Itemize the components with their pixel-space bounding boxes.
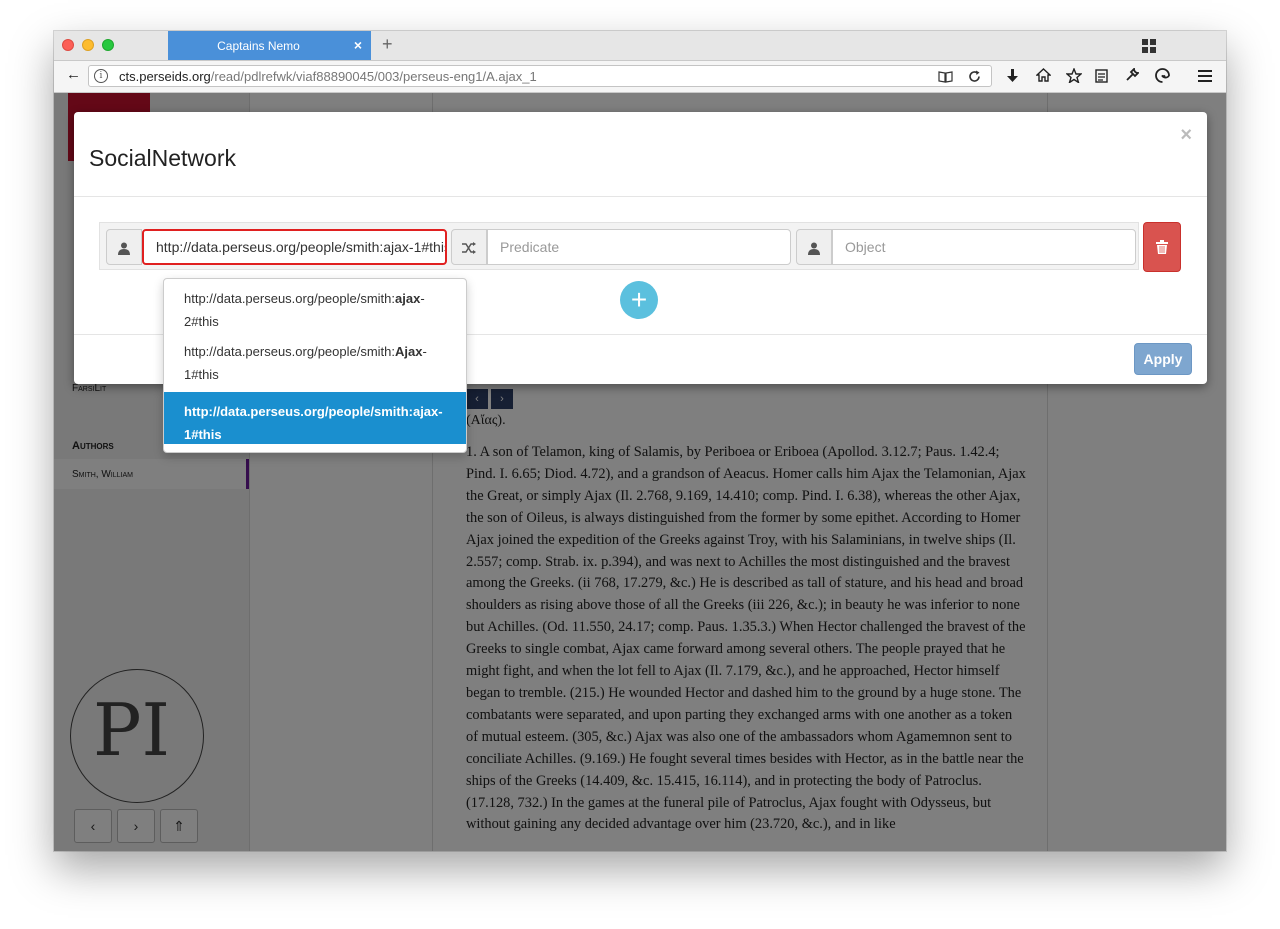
suggestion-line2: 2#this (184, 314, 219, 329)
suggestion-suffix: - (420, 291, 425, 306)
modal-header-divider (74, 196, 1207, 197)
reload-icon[interactable] (968, 70, 981, 83)
add-triple-button[interactable]: + (620, 281, 658, 319)
download-icon[interactable] (1006, 69, 1019, 83)
minimize-window-button[interactable] (82, 39, 94, 51)
reader-view-icon[interactable] (938, 71, 953, 83)
developer-tools-icon[interactable] (1125, 68, 1139, 82)
url-domain: cts.perseids.org (119, 69, 211, 84)
tab-close-icon[interactable]: × (354, 37, 362, 53)
suggestion-match: Ajax (395, 344, 423, 359)
addon-icon[interactable] (1155, 68, 1170, 83)
triple-row: http://data.perseus.org/people/smith:aja… (99, 222, 1139, 270)
suggestion-prefix: http://data.perseus.org/people/smith: (184, 291, 396, 306)
suggestion-item[interactable]: http://data.perseus.org/people/smith:Aja… (164, 332, 466, 384)
info-icon[interactable]: i (94, 69, 108, 83)
suggestion-line2: 1#this (184, 367, 219, 382)
url-path: /read/pdlrefwk/viaf88890045/003/perseus-… (210, 69, 537, 84)
bookmark-star-icon[interactable] (1066, 68, 1082, 83)
suggestion-prefix: http://data.perseus.org/people/smith: (184, 344, 396, 359)
url-bar[interactable]: i cts.perseids.org/read/pdlrefwk/viaf888… (88, 65, 992, 87)
navigation-toolbar: ← i cts.perseids.org/read/pdlrefwk/viaf8… (54, 61, 1226, 93)
autocomplete-dropdown: http://data.perseus.org/people/smith:aja… (163, 278, 467, 453)
zoom-window-button[interactable] (102, 39, 114, 51)
object-user-icon (796, 229, 832, 265)
close-window-button[interactable] (62, 39, 74, 51)
browser-window: Captains Nemo × + ← i cts.perseids.org/r… (54, 31, 1226, 851)
subject-user-icon (106, 229, 142, 265)
suggestion-item-active[interactable]: http://data.perseus.org/people/smith:aja… (164, 392, 466, 444)
new-tab-button[interactable]: + (382, 34, 393, 55)
home-icon[interactable] (1036, 68, 1051, 82)
object-input[interactable]: Object (832, 229, 1136, 265)
suggestion-match: ajax (395, 291, 421, 306)
reading-list-icon[interactable] (1095, 69, 1108, 83)
apply-button[interactable]: Apply (1134, 343, 1192, 375)
suggestion-line2: 1#this (184, 427, 222, 442)
suggestion-suffix: - (422, 344, 427, 359)
social-network-modal: SocialNetwork × http://data.perseus.org/… (74, 112, 1207, 453)
tab-grid-icon[interactable] (1142, 39, 1156, 53)
delete-triple-button[interactable] (1143, 222, 1181, 272)
tab-captains-nemo[interactable]: Captains Nemo × (168, 31, 371, 60)
tab-strip: Captains Nemo × + (54, 31, 1226, 61)
modal-close-icon[interactable]: × (1180, 124, 1192, 147)
suggestion-item[interactable]: http://data.perseus.org/people/smith:aja… (164, 279, 466, 331)
modal-title: SocialNetwork (89, 145, 236, 171)
subject-input[interactable]: http://data.perseus.org/people/smith:aja… (142, 229, 447, 265)
hamburger-menu-icon[interactable] (1197, 69, 1213, 83)
trash-icon (1156, 239, 1168, 254)
predicate-shuffle-icon (451, 229, 487, 265)
tab-title: Captains Nemo (217, 39, 300, 53)
back-arrow-icon[interactable]: ← (66, 66, 81, 83)
predicate-input[interactable]: Predicate (487, 229, 791, 265)
url-text: cts.perseids.org/read/pdlrefwk/viaf88890… (119, 69, 537, 84)
suggestion-prefix: http://data.perseus.org/people/smith:aja… (184, 404, 443, 419)
